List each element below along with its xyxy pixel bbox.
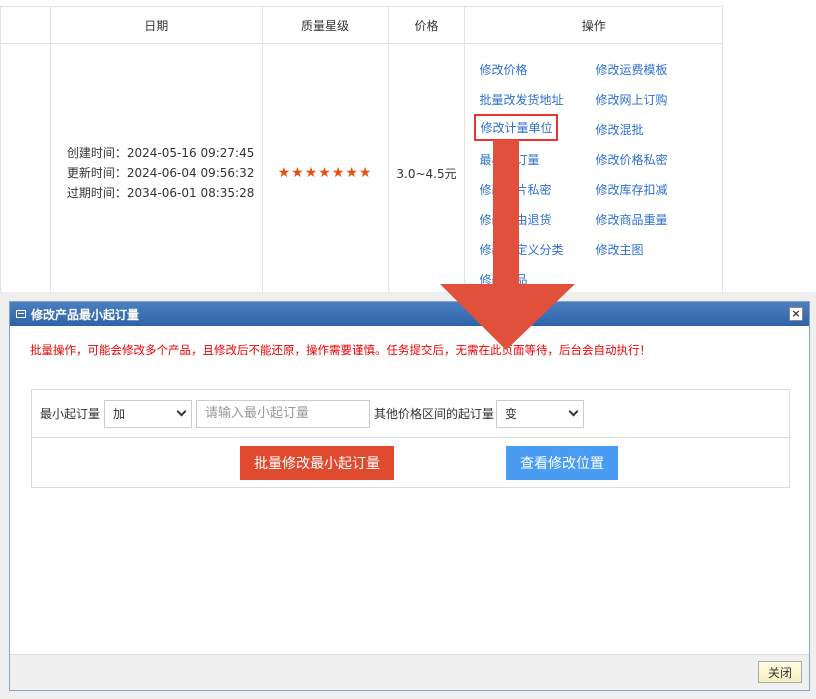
chevron-down-icon [568,406,579,417]
close-button[interactable]: 关闭 [758,661,802,683]
warning-text: 批量操作，可能会修改多个产品，且修改后不能还原，操作需要谨慎。任务提交后，无需在… [30,343,651,357]
ops-cell: 修改价格 批量改发货地址 修改计量单位 最小起订量 修改图片私密 修改理由退货 … [464,43,723,303]
operation-select[interactable]: 加 [104,399,193,428]
view-position-button[interactable]: 查看修改位置 [506,446,618,480]
min-order-dialog: 修改产品最小起订量 × 批量操作，可能会修改多个产品，且修改后不能还原，操作需要… [9,301,810,691]
header-price: 价格 [387,6,466,44]
moq-label: 最小起订量 [40,407,101,421]
op-product-weight[interactable]: 修改商品重量 [595,211,667,228]
op-modify-price[interactable]: 修改价格 [479,61,527,78]
created-time: 创建时间：2024-05-16 09:27:45 [66,146,255,160]
header-blank [0,6,51,44]
op-modify-product[interactable]: 修改产品 [479,271,527,288]
op-image-private[interactable]: 修改图片私密 [479,181,551,198]
price-range: 3.0~4.5元 [387,43,466,303]
close-icon[interactable]: × [789,307,803,321]
dialog-title: 修改产品最小起订量 [31,307,140,322]
other-range-label: 其他价格区间的起订量 [374,407,495,421]
op-modify-unit[interactable]: 修改计量单位 [474,114,559,141]
op-main-image[interactable]: 修改主图 [595,241,643,258]
dialog-header[interactable]: 修改产品最小起订量 [10,302,809,326]
op-price-private[interactable]: 修改价格私密 [595,151,667,168]
op-batch-ship-address[interactable]: 批量改发货地址 [479,91,563,108]
form-panel: 最小起订量 加 请输入最小起订量 其他价格区间的起订量 变 批量修改最小起订量 … [31,389,790,488]
op-min-order[interactable]: 最小起订量 [479,151,539,168]
op-stock-deduct[interactable]: 修改库存扣减 [595,181,667,198]
other-range-select-value: 变 [505,407,518,421]
operation-select-value: 加 [113,407,126,421]
window-icon [16,310,26,318]
updated-time: 更新时间：2024-06-04 09:56:32 [66,166,255,180]
header-ops: 操作 [464,6,723,44]
form-input-row: 最小起订量 加 请输入最小起订量 其他价格区间的起订量 变 [32,390,789,438]
op-custom-category[interactable]: 修改自定义分类 [479,241,563,258]
table-header-row: 日期 质量星级 价格 操作 [0,6,723,44]
product-table: 日期 质量星级 价格 操作 创建时间：2024-05-16 09:27:45 更… [0,6,723,303]
form-button-row: 批量修改最小起订量 查看修改位置 [32,438,789,488]
dialog-footer: 关闭 [10,654,809,690]
op-online-order[interactable]: 修改网上订购 [595,91,667,108]
header-date: 日期 [49,6,263,44]
op-shipping-template[interactable]: 修改运费模板 [595,61,667,78]
dates-cell: 创建时间：2024-05-16 09:27:45 更新时间：2024-06-04… [49,43,263,303]
header-stars: 质量星级 [261,6,389,44]
table-row: 创建时间：2024-05-16 09:27:45 更新时间：2024-06-04… [0,43,723,303]
other-range-select[interactable]: 变 [496,399,585,428]
quality-stars: ★★★★★★★ [261,43,389,303]
moq-input[interactable]: 请输入最小起订量 [196,399,371,428]
chevron-down-icon [176,406,187,417]
row-blank-cell [0,43,51,303]
op-return-reason[interactable]: 修改理由退货 [479,211,551,228]
op-mixed-batch[interactable]: 修改混批 [595,121,643,138]
batch-modify-button[interactable]: 批量修改最小起订量 [240,446,394,480]
expire-time: 过期时间：2034-06-01 08:35:28 [66,186,255,200]
